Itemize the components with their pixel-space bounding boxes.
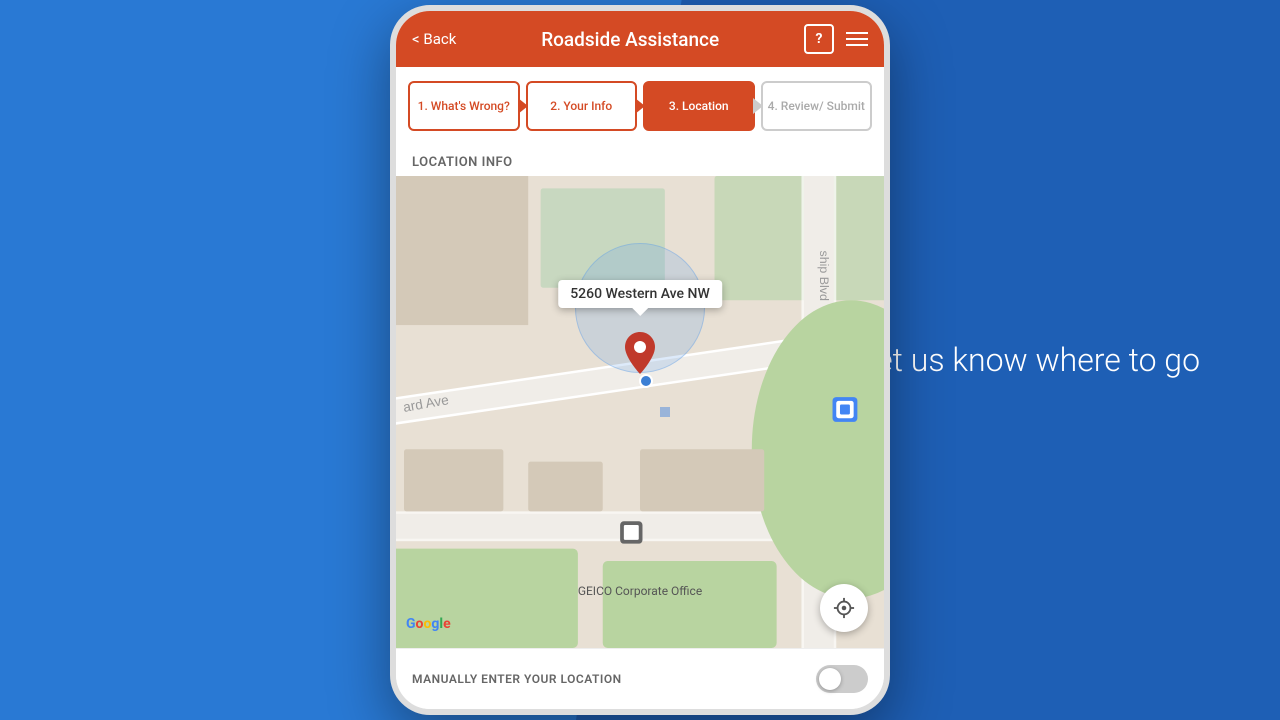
gps-dot	[639, 374, 653, 388]
crosshair-icon	[833, 597, 855, 619]
step-3[interactable]: 3. Location	[643, 81, 755, 131]
hamburger-line-2	[846, 38, 868, 40]
question-mark-icon: ?	[816, 31, 823, 47]
step-arrow-1	[518, 98, 528, 114]
phone-container: < Back Roadside Assistance ? 1. What's W…	[390, 5, 890, 715]
step-4: 4. Review/ Submit	[761, 81, 873, 131]
step-arrow-3	[753, 98, 763, 114]
menu-button[interactable]	[846, 32, 868, 46]
help-icon-button[interactable]: ?	[804, 24, 834, 54]
manual-location-toggle[interactable]	[816, 665, 868, 693]
svg-text:ship Blvd: ship Blvd	[817, 251, 831, 301]
step-indicator: 1. What's Wrong? 2. Your Info 3. Locatio…	[396, 67, 884, 145]
step-2[interactable]: 2. Your Info	[526, 81, 638, 131]
header-title: Roadside Assistance	[541, 28, 719, 51]
manual-location-section: MANUALLY ENTER YOUR LOCATION	[396, 648, 884, 709]
location-pin-icon	[625, 332, 655, 374]
step-1[interactable]: 1. What's Wrong?	[408, 81, 520, 131]
back-label: < Back	[412, 30, 456, 48]
hamburger-line-3	[846, 44, 868, 46]
location-info-label: LOCATION INFO	[396, 145, 884, 176]
step-3-label: 3. Location	[669, 99, 729, 113]
map-pin	[625, 332, 655, 378]
step-1-label: 1. What's Wrong?	[418, 99, 510, 113]
map-container[interactable]: ard Ave ship Blvd 5260 Western Ave NW	[396, 176, 884, 648]
map-address-tooltip: 5260 Western Ave NW	[558, 280, 722, 308]
step-2-label: 2. Your Info	[550, 99, 612, 113]
google-logo: Google	[406, 616, 451, 632]
step-4-label: 4. Review/ Submit	[768, 99, 865, 113]
manual-location-label: MANUALLY ENTER YOUR LOCATION	[412, 672, 622, 686]
gps-dot-secondary	[660, 407, 670, 417]
map-address-text: 5260 Western Ave NW	[570, 286, 710, 302]
gps-locate-button[interactable]	[820, 584, 868, 632]
toggle-knob	[819, 668, 841, 690]
hamburger-line-1	[846, 32, 868, 34]
side-text: Let us know where to go	[859, 341, 1200, 379]
header-icons: ?	[804, 24, 868, 54]
app-header: < Back Roadside Assistance ?	[396, 11, 884, 67]
geico-corporate-label: GEICO Corporate Office	[578, 584, 702, 598]
back-button[interactable]: < Back	[412, 30, 456, 48]
step-arrow-2	[635, 98, 645, 114]
